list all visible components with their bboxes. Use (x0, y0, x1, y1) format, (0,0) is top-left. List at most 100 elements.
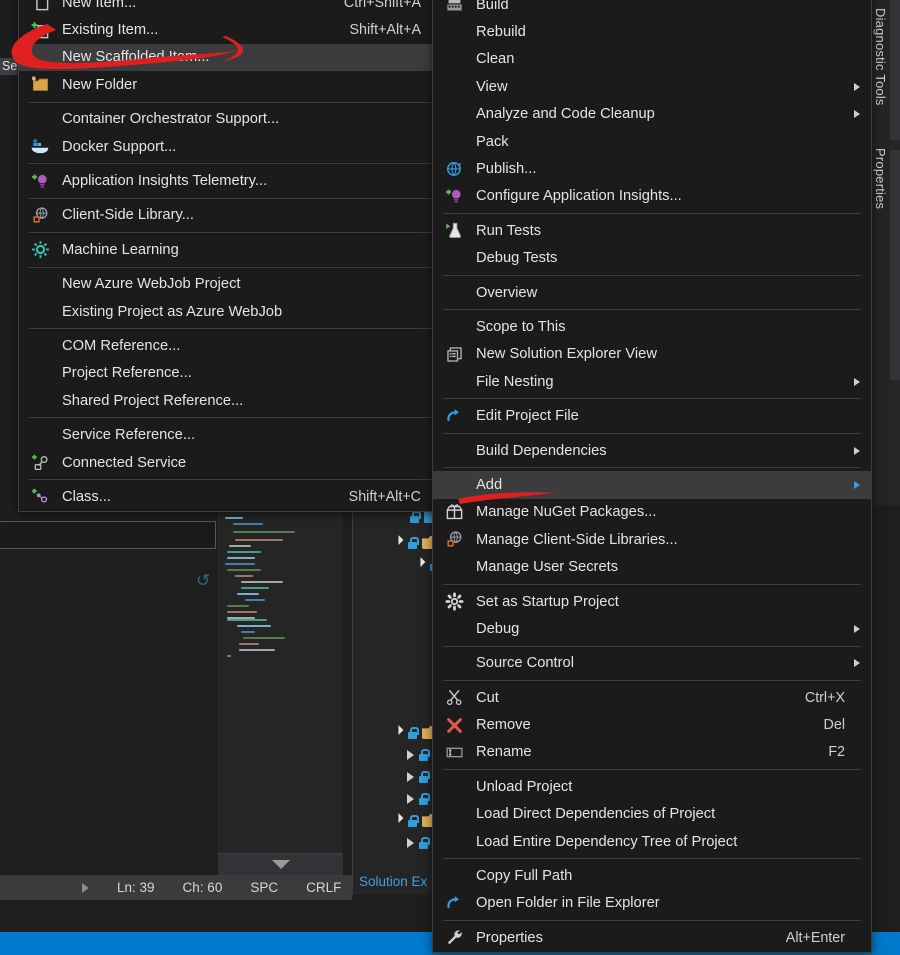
menu-item-icon-slot (433, 739, 476, 766)
menu-item-service-reference[interactable]: Service Reference... (19, 421, 447, 448)
menu-item-remove[interactable]: Remove Del (433, 711, 871, 738)
expander-closed-icon[interactable] (407, 837, 414, 848)
minimap-code-line (237, 593, 259, 595)
menu-item-new-folder[interactable]: New Folder (19, 71, 447, 98)
menu-item-client-side-library[interactable]: Client-Side Library... (19, 202, 447, 229)
existing-item-icon (31, 21, 50, 40)
client-side-library-icon (31, 206, 50, 225)
tab-diagnostic-tools[interactable]: Diagnostic Tools (873, 8, 888, 106)
menu-item-new-azure-webjob-project[interactable]: New Azure WebJob Project (19, 271, 447, 298)
menu-item-build-dependencies[interactable]: Build Dependencies (433, 437, 871, 464)
menu-separator (443, 645, 861, 647)
chevron-down-icon[interactable] (271, 860, 290, 869)
menu-item-label: Connected Service (62, 454, 187, 471)
menu-item-new-scaffolded-item[interactable]: New Scaffolded Item... (19, 43, 447, 72)
expander-closed-icon[interactable] (407, 771, 414, 782)
project-context-menu[interactable]: Build Rebuild Clean View Analyze and Code Cl… (432, 0, 872, 953)
menu-item-load-entire-dependency-tree-of-project[interactable]: Load Entire Dependency Tree of Project (433, 828, 871, 855)
menu-item-publish[interactable]: Publish... (433, 155, 871, 182)
menu-item-manage-client-side-libraries[interactable]: Manage Client-Side Libraries... (433, 526, 871, 553)
expander-open-icon[interactable] (388, 813, 404, 828)
menu-item-clean[interactable]: Clean (433, 46, 871, 73)
menu-item-icon-slot (433, 526, 476, 553)
menu-item-icon-slot (433, 155, 476, 182)
menu-item-run-tests[interactable]: Run Tests (433, 217, 871, 244)
menu-item-existing-project-as-azure-webjob[interactable]: Existing Project as Azure WebJob (19, 298, 447, 325)
menu-item-open-folder-in-file-explorer[interactable]: Open Folder in File Explorer (433, 890, 871, 917)
menu-item-icon-slot (19, 483, 62, 510)
menu-item-label: View (476, 78, 508, 95)
minimap-code-line (243, 637, 285, 639)
menu-item-manage-user-secrets[interactable]: Manage User Secrets (433, 553, 871, 580)
status-expander-icon[interactable] (82, 882, 89, 893)
lock-icon (409, 510, 421, 523)
menu-item-cut[interactable]: Cut Ctrl+X (433, 684, 871, 711)
menu-item-project-reference[interactable]: Project Reference... (19, 360, 447, 387)
menu-item-build[interactable]: Build (433, 0, 871, 18)
expander-closed-icon[interactable] (407, 749, 414, 760)
expander-open-icon[interactable] (388, 535, 404, 550)
open-folder-icon (445, 894, 464, 913)
menu-item-icon-slot (433, 183, 476, 210)
menu-item-icon-slot (433, 650, 476, 677)
status-char: Ch: 60 (182, 880, 223, 895)
menu-item-analyze-and-code-cleanup[interactable]: Analyze and Code Cleanup (433, 101, 871, 128)
menu-item-rename[interactable]: Rename F2 (433, 739, 871, 766)
menu-item-configure-application-insights[interactable]: Configure Application Insights... (433, 183, 871, 210)
menu-item-label: Rename (476, 744, 532, 761)
menu-item-container-orchestrator-support[interactable]: Container Orchestrator Support... (19, 106, 447, 133)
menu-item-new-item[interactable]: New Item... Ctrl+Shift+A (19, 0, 447, 16)
menu-item-label: Cut (476, 689, 499, 706)
menu-item-properties[interactable]: Properties Alt+Enter (433, 924, 871, 951)
menu-item-overview[interactable]: Overview (433, 279, 871, 306)
editor-minimap[interactable] (218, 505, 343, 853)
menu-item-label: Clean (476, 51, 515, 68)
menu-item-debug[interactable]: Debug (433, 615, 871, 642)
solution-explorer-panel[interactable]: Solution Ex (352, 505, 453, 895)
menu-item-label: Load Entire Dependency Tree of Project (476, 833, 738, 850)
menu-item-edit-project-file[interactable]: Edit Project File (433, 402, 871, 429)
menu-item-shared-project-reference[interactable]: Shared Project Reference... (19, 387, 447, 414)
expander-open-icon[interactable] (388, 725, 404, 740)
menu-item-rebuild[interactable]: Rebuild (433, 18, 871, 45)
menu-item-file-nesting[interactable]: File Nesting (433, 368, 871, 395)
menu-item-add[interactable]: Add (433, 471, 871, 499)
menu-item-view[interactable]: View (433, 73, 871, 100)
no-icon (445, 132, 464, 151)
menu-item-unload-project[interactable]: Unload Project (433, 773, 871, 800)
menu-item-docker-support[interactable]: Docker Support... (19, 133, 447, 160)
menu-item-label: Remove (476, 717, 531, 734)
menu-item-set-as-startup-project[interactable]: Set as Startup Project (433, 588, 871, 615)
menu-item-label: Manage Client-Side Libraries... (476, 531, 678, 548)
app-insights-icon (31, 172, 50, 191)
menu-item-scope-to-this[interactable]: Scope to This (433, 313, 871, 340)
tab-properties[interactable]: Properties (873, 148, 888, 209)
menu-item-machine-learning[interactable]: Machine Learning (19, 236, 447, 263)
add-submenu[interactable]: New Item... Ctrl+Shift+A Existing Item... S… (18, 0, 448, 512)
menu-item-label: Service Reference... (62, 427, 196, 444)
menu-item-existing-item[interactable]: Existing Item... Shift+Alt+A (19, 16, 447, 43)
menu-item-com-reference[interactable]: COM Reference... (19, 332, 447, 359)
menu-item-new-solution-explorer-view[interactable]: New Solution Explorer View (433, 341, 871, 368)
menu-item-icon-slot (19, 271, 62, 298)
menu-item-debug-tests[interactable]: Debug Tests (433, 245, 871, 272)
wrench-icon (445, 928, 464, 947)
chevron-right-icon (854, 446, 860, 455)
minimap-code-line (227, 655, 231, 657)
menu-item-copy-full-path[interactable]: Copy Full Path (433, 862, 871, 889)
publish-icon (445, 160, 464, 179)
menu-item-source-control[interactable]: Source Control (433, 650, 871, 677)
menu-item-manage-nuget-packages[interactable]: Manage NuGet Packages... (433, 499, 871, 526)
menu-item-label: Overview (476, 284, 538, 301)
menu-item-pack[interactable]: Pack (433, 128, 871, 155)
expander-closed-icon[interactable] (407, 793, 414, 804)
menu-item-connected-service[interactable]: Connected Service (19, 449, 447, 476)
menu-item-class[interactable]: Class... Shift+Alt+C (19, 483, 447, 510)
menu-item-application-insights-telemetry[interactable]: Application Insights Telemetry... (19, 167, 447, 194)
minimap-code-line (239, 643, 259, 645)
status-line-ending: CRLF (306, 880, 342, 895)
menu-item-icon-slot (19, 133, 62, 160)
expander-open-icon[interactable] (410, 557, 426, 572)
minimap-code-line (233, 523, 263, 525)
menu-item-load-direct-dependencies-of-project[interactable]: Load Direct Dependencies of Project (433, 801, 871, 828)
